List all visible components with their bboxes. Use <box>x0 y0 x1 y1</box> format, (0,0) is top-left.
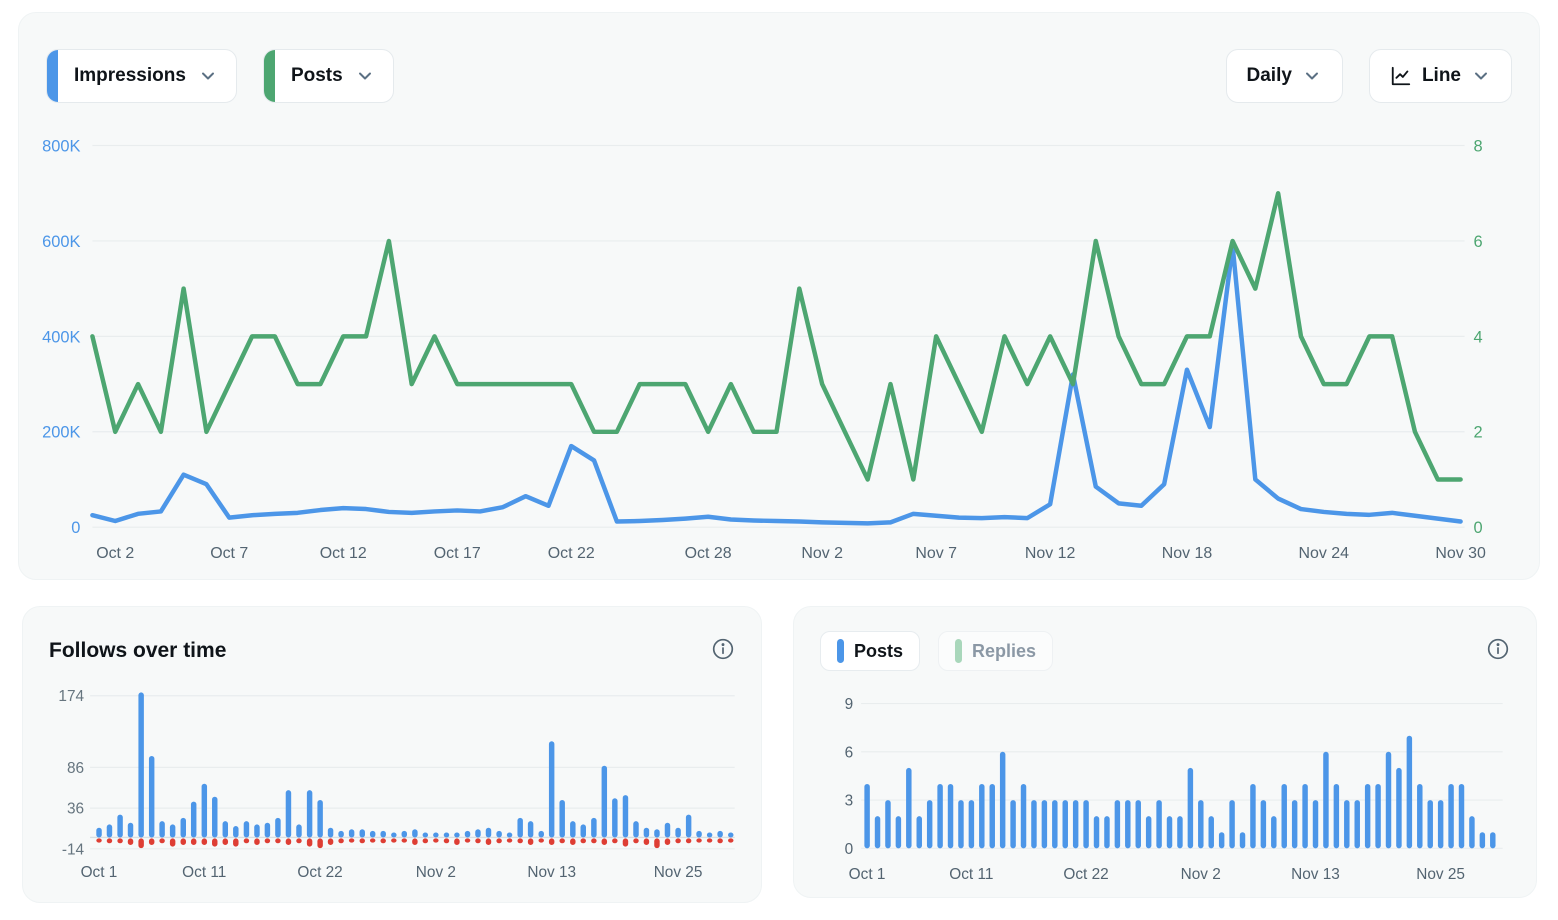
svg-text:36: 36 <box>67 801 84 818</box>
svg-text:0: 0 <box>71 519 80 537</box>
svg-text:Oct 22: Oct 22 <box>297 864 342 881</box>
posts-info-button[interactable] <box>1486 637 1510 661</box>
svg-text:9: 9 <box>845 696 854 713</box>
posts-selector-button[interactable]: Posts <box>263 49 394 103</box>
engagement-chart-card: Impressions Posts Daily Line <box>18 12 1540 580</box>
svg-text:Nov 24: Nov 24 <box>1299 545 1350 562</box>
svg-text:Nov 30: Nov 30 <box>1435 545 1486 562</box>
chevron-down-icon <box>355 66 375 86</box>
chart-type-label: Line <box>1422 65 1461 87</box>
svg-text:Nov 18: Nov 18 <box>1162 545 1213 562</box>
svg-text:-14: -14 <box>62 841 85 858</box>
follows-card-header: Follows over time <box>23 607 761 663</box>
chart-toolbar: Impressions Posts Daily Line <box>46 49 1512 103</box>
impressions-selector-label: Impressions <box>74 65 186 87</box>
follows-info-button[interactable] <box>711 637 735 661</box>
svg-text:6: 6 <box>1474 233 1483 251</box>
svg-text:Oct 7: Oct 7 <box>210 545 248 562</box>
posts-card-header: Posts Replies <box>794 607 1536 671</box>
granularity-button[interactable]: Daily <box>1226 49 1343 103</box>
impressions-accent-bar <box>47 50 58 102</box>
svg-text:Nov 2: Nov 2 <box>801 545 843 562</box>
svg-text:Oct 2: Oct 2 <box>96 545 134 562</box>
metric-selectors: Impressions Posts <box>46 49 394 103</box>
svg-text:Nov 7: Nov 7 <box>915 545 957 562</box>
impressions-selector-button[interactable]: Impressions <box>46 49 237 103</box>
posts-legend-label: Posts <box>854 641 903 662</box>
posts-accent-bar <box>264 50 275 102</box>
svg-text:Nov 13: Nov 13 <box>527 864 576 881</box>
svg-text:6: 6 <box>845 744 854 761</box>
replies-legend-label: Replies <box>972 641 1036 662</box>
svg-text:Nov 13: Nov 13 <box>1291 866 1340 883</box>
line-chart-icon <box>1390 65 1412 87</box>
svg-text:800K: 800K <box>42 138 80 156</box>
svg-text:86: 86 <box>67 760 84 777</box>
svg-text:600K: 600K <box>42 233 80 251</box>
chevron-down-icon <box>1302 66 1322 86</box>
legend-posts-button[interactable]: Posts <box>820 631 920 671</box>
svg-text:3: 3 <box>845 793 854 810</box>
replies-legend-accent <box>955 639 962 663</box>
granularity-label: Daily <box>1247 65 1292 87</box>
svg-text:200K: 200K <box>42 424 80 442</box>
svg-text:Oct 17: Oct 17 <box>434 545 481 562</box>
bottom-row: Follows over time 1748636-14Oct 1Oct 11O… <box>18 606 1540 903</box>
chevron-down-icon <box>1471 66 1491 86</box>
legend-replies-button[interactable]: Replies <box>938 631 1053 671</box>
analytics-page: Impressions Posts Daily Line <box>0 0 1558 919</box>
posts-card-legend: Posts Replies <box>820 631 1053 671</box>
svg-text:Oct 12: Oct 12 <box>320 545 367 562</box>
svg-text:0: 0 <box>1474 519 1483 537</box>
posts-replies-card: Posts Replies 9 6 3 0 Oct 1 Oct 11 Oct 22 Nov 2… <box>793 606 1537 898</box>
posts-legend-accent <box>837 639 844 663</box>
info-icon <box>711 637 735 661</box>
svg-text:Nov 2: Nov 2 <box>416 864 456 881</box>
svg-text:8: 8 <box>1474 138 1483 156</box>
follows-card-title: Follows over time <box>49 631 226 663</box>
info-icon <box>1486 637 1510 661</box>
svg-text:Oct 11: Oct 11 <box>182 864 226 881</box>
svg-text:Nov 25: Nov 25 <box>654 864 703 881</box>
svg-text:Nov 25: Nov 25 <box>1416 866 1465 883</box>
svg-text:Nov 2: Nov 2 <box>1181 866 1221 883</box>
svg-text:4: 4 <box>1474 328 1483 346</box>
svg-text:Oct 11: Oct 11 <box>949 866 993 883</box>
svg-text:0: 0 <box>845 841 854 858</box>
svg-text:Oct 22: Oct 22 <box>1063 866 1108 883</box>
svg-text:Nov 12: Nov 12 <box>1025 545 1076 562</box>
svg-text:Oct 1: Oct 1 <box>849 866 886 883</box>
chart-controls: Daily Line <box>1226 49 1512 103</box>
svg-text:Oct 22: Oct 22 <box>548 545 595 562</box>
follows-card: Follows over time 174 86 36 -14 Oct 1 Oct 11 O… <box>22 606 762 903</box>
svg-text:174: 174 <box>58 688 84 705</box>
svg-text:400K: 400K <box>42 328 80 346</box>
svg-text:2: 2 <box>1474 424 1483 442</box>
svg-text:Oct 28: Oct 28 <box>685 545 732 562</box>
chevron-down-icon <box>198 66 218 86</box>
posts-selector-label: Posts <box>291 65 343 87</box>
svg-text:Oct 1: Oct 1 <box>81 864 118 881</box>
chart-type-button[interactable]: Line <box>1369 49 1512 103</box>
